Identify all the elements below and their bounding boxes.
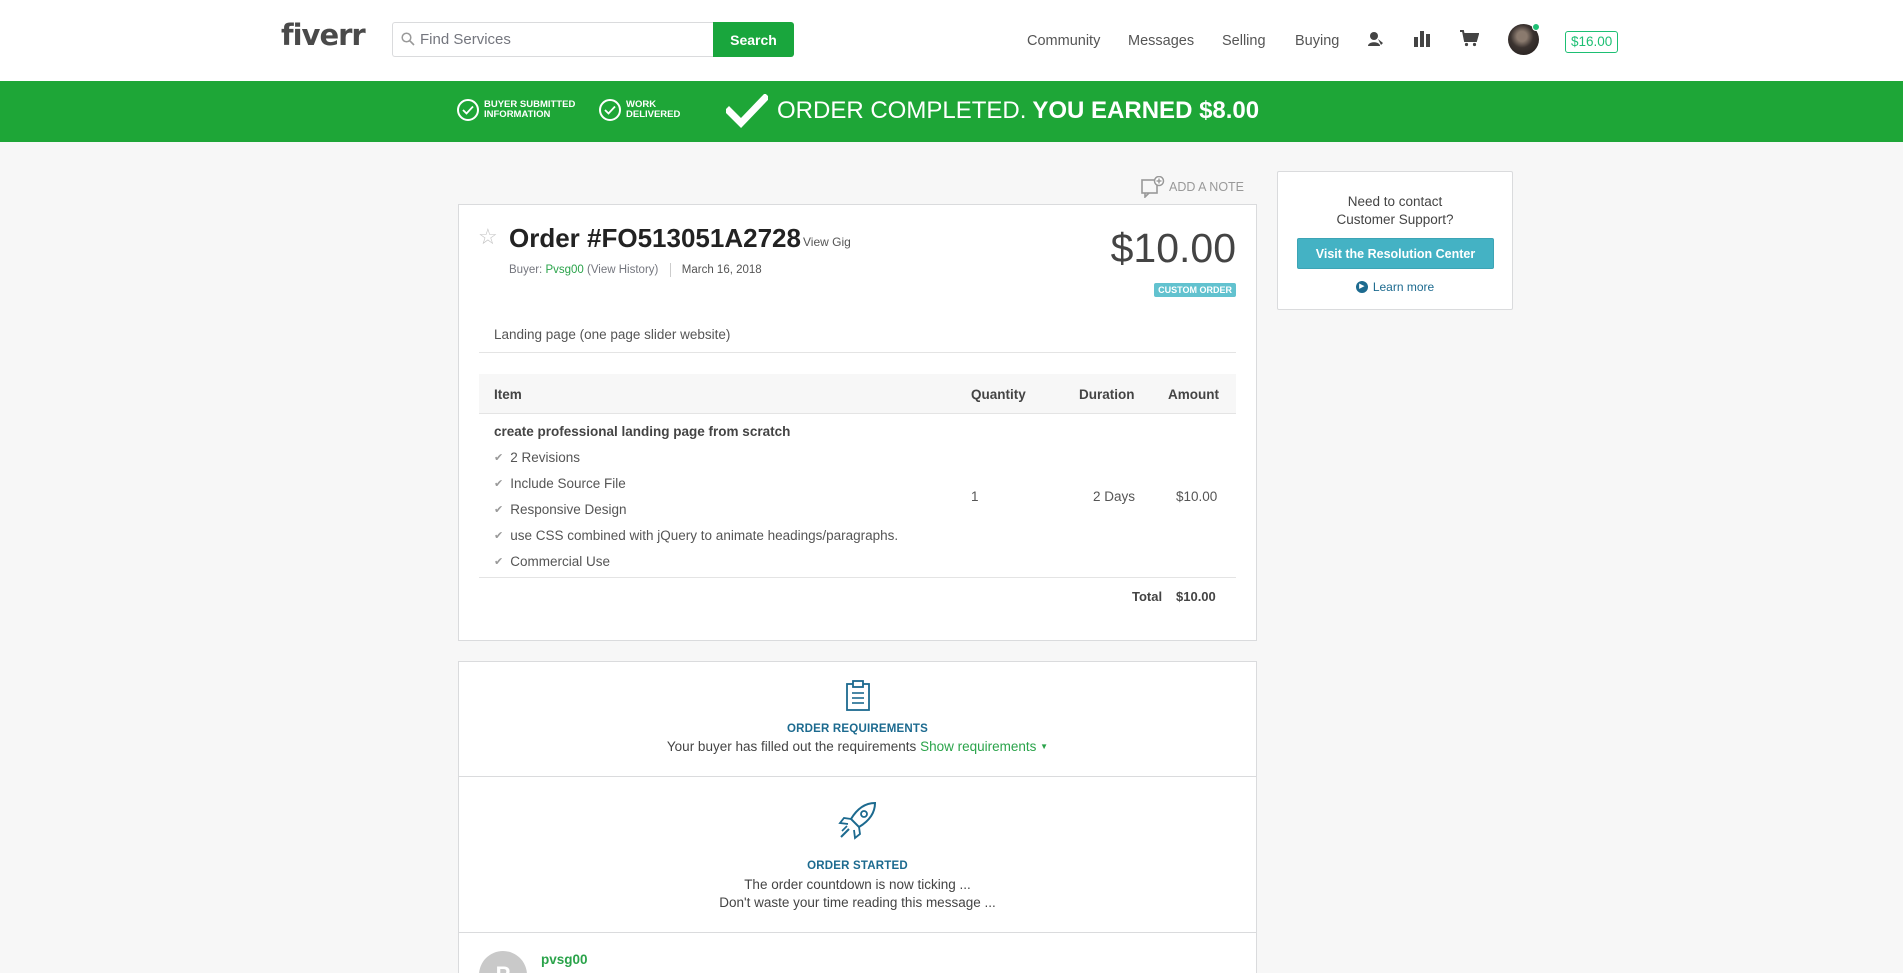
header-amount: Amount xyxy=(1168,387,1219,402)
requirements-text-row: Your buyer has filled out the requiremen… xyxy=(459,739,1256,754)
rocket-icon xyxy=(837,801,876,840)
feature-label: Responsive Design xyxy=(510,502,627,517)
nav-buying[interactable]: Buying xyxy=(1295,33,1339,49)
view-history-link[interactable]: View History xyxy=(591,264,655,276)
divider xyxy=(479,352,1236,353)
earned-text: YOU EARNED $8.00 xyxy=(1032,97,1260,124)
header-item: Item xyxy=(494,387,522,402)
feature-item: ✔ use CSS combined with jQuery to animate… xyxy=(494,528,898,543)
learn-more-link[interactable]: ▶ Learn more xyxy=(1278,280,1512,294)
step1-line2: INFORMATION xyxy=(484,109,551,120)
check-icon: ✔ xyxy=(494,452,504,464)
check-icon: ✔ xyxy=(494,504,504,516)
custom-order-badge: CUSTOM ORDER xyxy=(1154,283,1236,297)
quantity-cell: 1 xyxy=(971,489,979,504)
caret-down-icon[interactable]: ▼ xyxy=(1040,742,1048,751)
order-price: $10.00 xyxy=(1110,225,1236,271)
buyer-name-link[interactable]: Pvsg00 xyxy=(545,264,583,276)
learn-more-label: Learn more xyxy=(1372,280,1435,294)
header-duration: Duration xyxy=(1079,387,1135,402)
search-input[interactable] xyxy=(420,23,705,56)
cart-icon[interactable] xyxy=(1460,30,1479,47)
requirements-title: ORDER REQUIREMENTS xyxy=(787,723,928,735)
order-summary-card: ☆ Order #FO513051A2728 View Gig Buyer: P… xyxy=(458,204,1257,641)
order-description: Landing page (one page slider website) xyxy=(494,327,731,342)
step-buyer-submitted: BUYER SUBMITTED INFORMATION xyxy=(457,99,575,121)
top-header: fiverr Search Community Messages Selling… xyxy=(0,0,1903,81)
search-button[interactable]: Search xyxy=(713,22,794,57)
support-line1: Need to contact xyxy=(1347,194,1443,209)
duration-cell: 2 Days xyxy=(1093,489,1136,504)
order-title: Order #FO513051A2728 xyxy=(509,223,801,253)
clipboard-icon xyxy=(845,680,870,711)
online-status-dot xyxy=(1532,23,1540,31)
table-total-row: Total $10.00 xyxy=(479,578,1236,614)
resolution-center-button[interactable]: Visit the Resolution Center xyxy=(1297,238,1494,269)
nav-messages[interactable]: Messages xyxy=(1128,33,1194,49)
total-value: $10.00 xyxy=(1176,589,1216,604)
order-started-section: ORDER STARTED The order countdown is now… xyxy=(458,776,1257,933)
check-circle-icon xyxy=(599,99,621,121)
add-note-button[interactable]: ADD A NOTE xyxy=(1141,176,1244,198)
order-started-line2: Don't waste your time reading this messa… xyxy=(719,895,996,910)
buyer-label: Buyer: xyxy=(509,264,543,277)
order-meta: Buyer: Pvsg00 (View History) March 16, 2… xyxy=(509,263,762,277)
check-icon: ✔ xyxy=(494,530,504,542)
play-circle-icon: ▶ xyxy=(1355,281,1368,293)
nav-community[interactable]: Community xyxy=(1027,33,1100,49)
meta-divider xyxy=(669,263,671,277)
step2-line2: DELIVERED xyxy=(626,109,681,120)
step-work-delivered: WORK DELIVERED xyxy=(599,99,680,121)
order-started-title: ORDER STARTED xyxy=(807,860,908,872)
message-item: P pvsg00 xyxy=(458,932,1257,973)
order-items-table: Item Quantity Duration Amount create pro… xyxy=(479,374,1236,614)
banner-title: ORDER COMPLETED. YOU EARNED $8.00 xyxy=(777,97,1259,125)
requirements-text: Your buyer has filled out the requiremen… xyxy=(666,739,917,754)
support-line2: Customer Support? xyxy=(1336,212,1454,227)
stats-icon[interactable] xyxy=(1414,30,1430,47)
customer-support-card: Need to contact Customer Support? Visit … xyxy=(1277,171,1513,310)
agent-icon[interactable] xyxy=(1367,30,1385,48)
total-label: Total xyxy=(1132,589,1163,604)
order-status-banner: BUYER SUBMITTED INFORMATION WORK DELIVER… xyxy=(0,81,1903,142)
support-text: Need to contact Customer Support? xyxy=(1278,193,1512,229)
search-box xyxy=(392,22,713,57)
search-icon xyxy=(401,32,415,46)
check-icon: ✔ xyxy=(494,556,504,568)
item-title: create professional landing page from sc… xyxy=(494,424,791,439)
table-header: Item Quantity Duration Amount xyxy=(479,374,1236,414)
feature-label: Commercial Use xyxy=(510,554,610,569)
feature-item: ✔ 2 Revisions xyxy=(494,450,580,465)
message-username[interactable]: pvsg00 xyxy=(541,952,588,967)
feature-label: 2 Revisions xyxy=(510,450,580,465)
order-started-line1: The order countdown is now ticking ... xyxy=(744,877,971,892)
order-requirements-section: ORDER REQUIREMENTS Your buyer has filled… xyxy=(458,661,1257,777)
add-note-label: ADD A NOTE xyxy=(1169,180,1245,194)
order-date: March 16, 2018 xyxy=(681,264,762,277)
nav-selling[interactable]: Selling xyxy=(1222,33,1266,49)
order-completed-text: ORDER COMPLETED. xyxy=(777,97,1027,124)
add-note-icon xyxy=(1141,176,1165,198)
table-row: create professional landing page from sc… xyxy=(479,414,1236,578)
balance-badge[interactable]: $16.00 xyxy=(1565,31,1619,53)
feature-label: Include Source File xyxy=(510,476,626,491)
avatar[interactable]: P xyxy=(479,951,527,973)
check-circle-icon xyxy=(457,99,479,121)
view-gig-link[interactable]: View Gig xyxy=(803,235,851,249)
fiverr-logo[interactable]: fiverr xyxy=(281,18,366,52)
amount-cell: $10.00 xyxy=(1176,489,1218,504)
show-requirements-link[interactable]: Show requirements xyxy=(920,739,1036,754)
large-checkmark-icon xyxy=(726,94,768,128)
header-quantity: Quantity xyxy=(971,387,1026,402)
star-icon[interactable]: ☆ xyxy=(478,224,498,250)
feature-item: ✔ Commercial Use xyxy=(494,554,610,569)
feature-label: use CSS combined with jQuery to animate … xyxy=(510,528,899,543)
feature-item: ✔ Include Source File xyxy=(494,476,626,491)
check-icon: ✔ xyxy=(494,478,504,490)
feature-item: ✔ Responsive Design xyxy=(494,502,627,517)
